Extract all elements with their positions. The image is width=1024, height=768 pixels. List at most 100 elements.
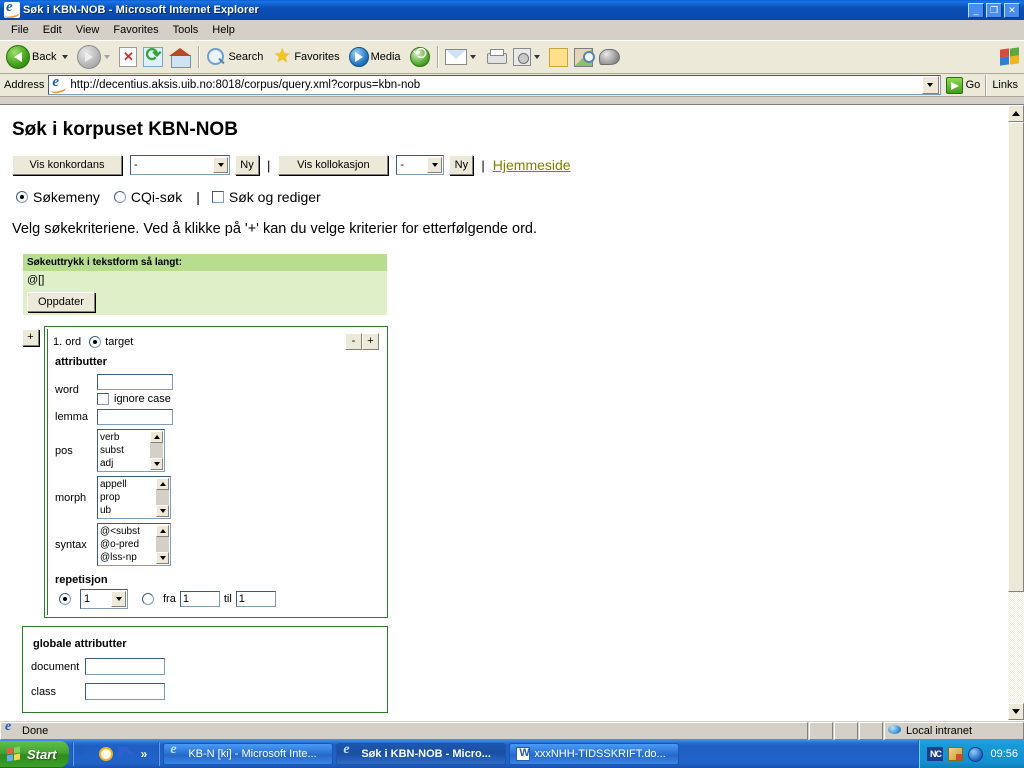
stop-button[interactable] (116, 42, 140, 72)
remove-word-button[interactable]: - (345, 333, 362, 350)
menu-item-view[interactable]: View (69, 22, 107, 38)
media-button[interactable]: Media (346, 42, 407, 72)
chevron-down-icon-3[interactable] (111, 591, 126, 607)
restore-button[interactable]: ❐ (986, 2, 1002, 18)
security-zone-pane[interactable]: Local intranet (884, 721, 1024, 740)
taskbar-item-0[interactable]: KB-N [ki] - Microsoft Inte... (163, 742, 334, 765)
collocation-select[interactable]: - (396, 155, 445, 175)
lemma-input[interactable] (97, 409, 173, 425)
radio-target[interactable] (89, 335, 102, 348)
checkbox-search-and-edit[interactable] (211, 191, 224, 203)
notes-button[interactable] (546, 42, 571, 72)
minimize-button[interactable]: _ (968, 2, 984, 18)
forward-button[interactable] (74, 42, 116, 72)
concordance-new-button[interactable]: Ny (235, 155, 259, 175)
quicklaunch-app-icon[interactable] (117, 746, 133, 762)
security-zone-label: Local intranet (906, 724, 973, 737)
tray-nc-icon[interactable]: NC (927, 747, 944, 761)
menu-item-favorites[interactable]: Favorites (106, 22, 165, 38)
close-button[interactable]: ✕ (1004, 2, 1020, 18)
clock[interactable]: 09:56 (990, 748, 1018, 760)
mail-button[interactable] (442, 42, 482, 72)
menu-item-tools[interactable]: Tools (166, 22, 206, 38)
scroll-up-icon-3[interactable] (156, 525, 169, 537)
repetition-from-input[interactable]: 1 (179, 591, 220, 607)
start-button[interactable]: Start (0, 741, 69, 767)
go-button[interactable]: Go (941, 75, 986, 96)
ignore-case-row: ignore case (97, 393, 173, 405)
printer-icon (485, 48, 507, 66)
links-button[interactable]: Links (985, 74, 1024, 96)
menu-item-edit[interactable]: Edit (36, 22, 69, 38)
vertical-scrollbar[interactable] (1007, 105, 1024, 720)
scroll-track[interactable] (1008, 122, 1024, 703)
homepage-link[interactable]: Hjemmeside (493, 157, 571, 173)
quicklaunch-clock-icon[interactable] (98, 747, 113, 761)
quicklaunch-overflow-icon[interactable]: » (138, 747, 151, 761)
label-to: til (223, 593, 232, 605)
add-word-button[interactable]: + (362, 333, 379, 350)
radio-sokemeny[interactable] (16, 191, 28, 203)
scroll-down-icon-2[interactable] (156, 505, 169, 517)
menu-item-help[interactable]: Help (205, 22, 242, 38)
concordance-select[interactable]: - (130, 155, 230, 175)
word-input[interactable] (97, 374, 173, 390)
show-concordance-button[interactable]: Vis konkordans (12, 155, 122, 175)
pos-listbox[interactable]: verb subst adj (97, 429, 165, 472)
update-button[interactable]: Oppdater (27, 292, 95, 312)
tray-network-icon[interactable] (968, 746, 984, 762)
forward-dropdown-icon[interactable] (104, 55, 111, 59)
syntax-scrollbar[interactable] (156, 525, 169, 564)
print-button[interactable] (482, 42, 510, 72)
word-label: word (55, 383, 79, 396)
address-input[interactable]: http://decentius.aksis.uib.no:8018/corpu… (48, 74, 941, 95)
back-button[interactable]: Back (3, 42, 74, 72)
refresh-button[interactable] (140, 42, 166, 72)
taskbar-item-1[interactable]: Søk i KBN-NOB - Micro... (336, 742, 507, 765)
class-input[interactable] (85, 683, 166, 700)
scroll-up-icon-2[interactable] (156, 478, 169, 490)
home-button[interactable] (166, 42, 194, 72)
pos-scrollbar[interactable] (150, 431, 163, 470)
attributes-title: attributter (55, 356, 107, 368)
chevron-down-icon-2[interactable] (427, 157, 443, 173)
syntax-listbox[interactable]: @<subst @o-pred @lss-np (97, 523, 171, 566)
chevron-down-icon[interactable] (213, 157, 228, 173)
radio-cqi[interactable] (113, 191, 126, 203)
back-dropdown-icon[interactable] (62, 55, 69, 59)
address-bar: Address http://decentius.aksis.uib.no:80… (0, 74, 1024, 97)
menu-item-file[interactable]: File (4, 22, 36, 38)
show-collocation-button[interactable]: Vis kollokasjon (278, 155, 389, 175)
checkbox-ignore-case[interactable] (97, 393, 109, 405)
morph-listbox[interactable]: appell prop ub (97, 476, 171, 519)
add-word-before-button[interactable]: + (22, 329, 39, 346)
search-button[interactable]: Search (203, 42, 269, 72)
taskbar-item-1-label: Søk i KBN-NOB - Micro... (361, 748, 491, 760)
edit-dropdown-icon[interactable] (533, 55, 540, 59)
scroll-down-icon[interactable] (150, 458, 163, 470)
scroll-up-button[interactable] (1008, 105, 1024, 122)
mail-dropdown-icon[interactable] (469, 55, 476, 59)
brand-logo (997, 45, 1024, 69)
favorites-button[interactable]: ★ Favorites (269, 42, 345, 72)
document-input[interactable] (85, 658, 166, 675)
address-dropdown-button[interactable] (921, 76, 939, 94)
edit-button[interactable] (510, 42, 546, 72)
radio-repetition-exact[interactable] (59, 593, 71, 605)
taskbar-item-2[interactable]: xxxNHH-TIDSSKRIFT.do... (509, 743, 680, 765)
research-button[interactable] (571, 42, 596, 72)
collocation-new-button[interactable]: Ny (449, 155, 474, 175)
tray-app-icon[interactable] (948, 747, 964, 761)
repetition-count-value: 1 (84, 593, 91, 605)
repetition-to-input[interactable]: 1 (235, 591, 276, 607)
scroll-up-icon[interactable] (150, 431, 163, 443)
radio-repetition-range[interactable] (142, 593, 154, 605)
scroll-down-icon-3[interactable] (156, 552, 169, 564)
morph-scrollbar[interactable] (156, 478, 169, 517)
scroll-thumb[interactable] (1008, 122, 1024, 592)
history-button[interactable] (407, 42, 433, 72)
repetition-count-select[interactable]: 1 (80, 589, 128, 609)
discuss-button[interactable] (596, 42, 623, 72)
quicklaunch-ie-icon[interactable] (78, 741, 94, 762)
scroll-down-button[interactable] (1008, 703, 1024, 720)
